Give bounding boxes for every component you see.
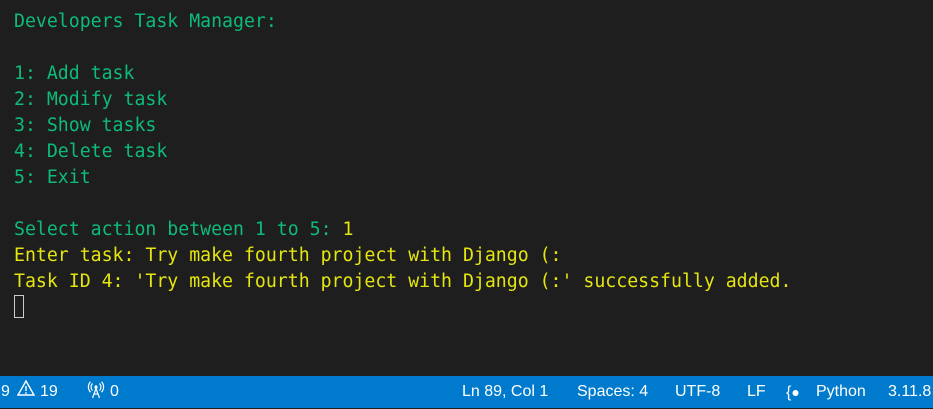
terminal-title: Developers Task Manager: [14,11,277,32]
menu-item: 4: Delete task [14,141,168,162]
braces-icon[interactable]: {● [786,376,800,409]
menu-item: 3: Show tasks [14,115,157,136]
python-interpreter[interactable]: 3.11.8 [888,376,931,408]
menu-item: 1: Add task [14,63,135,84]
encoding[interactable]: UTF-8 [675,376,720,408]
broadcast-icon[interactable] [87,376,105,408]
warnings-count[interactable]: 19 [40,376,58,408]
cursor-position[interactable]: Ln 89, Col 1 [462,376,548,408]
end-of-line[interactable]: LF [747,376,766,408]
terminal-cursor [14,295,24,318]
terminal-output[interactable]: Developers Task Manager: 1: Add task 2: … [14,9,791,321]
action-prompt: Select action between 1 to 5: [14,219,343,240]
menu-item: 5: Exit [14,167,91,188]
indentation[interactable]: Spaces: 4 [577,376,648,408]
language-mode[interactable]: Python [816,376,866,408]
enter-task-line: Enter task: Try make fourth project with… [14,245,562,266]
action-input: 1 [342,219,354,240]
ports-count[interactable]: 0 [110,376,119,408]
result-line: Task ID 4: 'Try make fourth project with… [14,271,792,292]
errors-count[interactable]: 9 [1,376,10,408]
menu-item: 2: Modify task [14,89,168,110]
status-bar: 9 19 0 Ln 89, Col 1 Spaces: 4 UTF-8 LF {… [0,376,933,408]
warning-icon[interactable] [16,376,36,408]
